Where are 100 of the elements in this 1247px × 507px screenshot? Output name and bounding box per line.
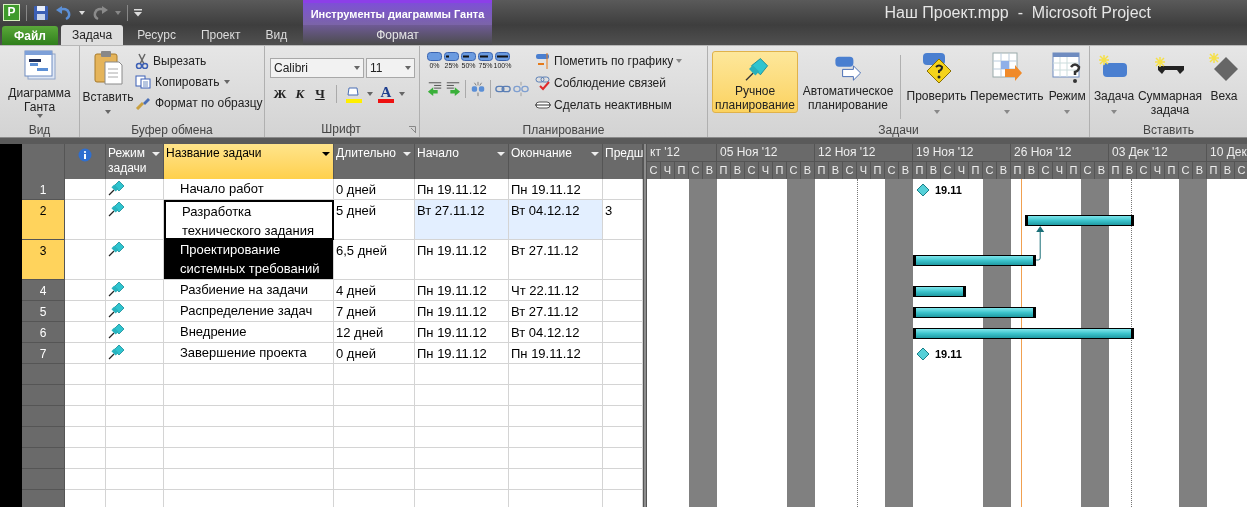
timescale-day: Ч [1151,162,1165,179]
caret-icon [36,114,43,118]
redo-icon[interactable] [91,4,109,21]
row-number[interactable]: 4 [22,280,65,301]
respect-links-button[interactable]: Соблюдение связей [535,74,683,92]
table-cell [603,364,643,385]
paste-button[interactable]: Вставить [83,50,133,121]
caret-icon [1064,110,1071,114]
table-cell: Вт 27.11.12 [415,200,509,240]
column-header[interactable]: Название задачи [164,144,334,179]
inspect-button[interactable]: Проверить [905,51,969,121]
font-color-button[interactable]: A [377,84,395,103]
timescale-day: П [1207,162,1221,179]
dependency-arrow [1035,226,1045,261]
task-name-cell[interactable]: Разработка технического задания [164,200,334,240]
insert-task-button[interactable]: Задача [1094,51,1134,121]
table-cell: 7 дней [334,301,415,322]
auto-scheduling-button[interactable]: Автоматическое планирование [800,51,896,113]
table-cell [106,406,164,427]
pushpin-icon [108,180,125,196]
task-name-cell[interactable]: Начало работ [164,179,334,200]
manual-scheduling-button[interactable]: Ручное планирование [712,51,798,113]
table-cell [65,385,106,406]
timescale-day: В [801,162,815,179]
ribbon-tab[interactable]: Ресурс [126,25,187,45]
row-number[interactable]: 2 [22,200,65,240]
dialog-launcher-icon[interactable] [409,125,416,133]
table-cell [106,385,164,406]
paintbrush-icon [135,96,151,110]
task-bar [913,285,967,297]
insert-milestone-button[interactable]: Веха [1206,51,1242,121]
table-cell [603,179,643,200]
gantt-chart-icon [23,50,56,80]
table-cell: Вт 04.12.12 [509,200,603,240]
font-size-field[interactable]: 11 [366,58,415,78]
timescale-day: С [1179,162,1193,179]
timescale-day: С [689,162,703,179]
timescale-week: 12 Ноя '12 [815,144,913,161]
caret-icon[interactable] [322,152,330,156]
table-cell [603,322,643,343]
timescale-day: С [1081,162,1095,179]
font-name-field[interactable]: Calibri [270,58,364,78]
fill-color-icon[interactable] [345,84,363,103]
milestone-date-label: 19.11 [935,183,962,196]
task-name-cell[interactable]: Разбиение на задачи [164,280,334,301]
table-cell: Пн 19.11.12 [509,179,603,200]
row-number[interactable]: 3 [22,240,65,280]
row-number[interactable]: 5 [22,301,65,322]
table-cell [106,448,164,469]
table-cell [603,343,643,364]
ribbon-tab[interactable]: Формат [303,25,492,45]
customize-toolbar-icon[interactable] [134,8,142,17]
task-name-cell[interactable]: Внедрение [164,322,334,343]
scissors-icon [135,53,149,69]
outdent-icon[interactable] [427,80,443,98]
mark-on-track-button[interactable]: Пометить по графику [535,52,683,70]
table-cell [65,364,106,385]
save-icon[interactable] [33,4,49,21]
underline-button[interactable]: Ч [312,84,328,104]
mode-button[interactable]: Режим [1045,51,1089,121]
row-number[interactable]: 1 [22,179,65,200]
table-cell [65,448,106,469]
timescale-day: П [717,162,731,179]
move-button[interactable]: Переместить [970,51,1044,121]
unlink-icon[interactable] [513,80,529,98]
table-cell [603,427,643,448]
group-label: Планирование [521,122,606,137]
ribbon-tab[interactable]: Вид [254,25,299,45]
table-cell: Пн 19.11.12 [415,301,509,322]
bold-button[interactable]: Ж [272,84,288,104]
inactivate-button[interactable]: Сделать неактивным [535,96,683,114]
table-cell: 0 дней [334,179,415,200]
row-number[interactable]: 6 [22,322,65,343]
milestone-diamond [917,347,929,360]
table-cell [65,406,106,427]
progress-bar-icon [444,52,459,61]
timescale-day: С [787,162,801,179]
copy-icon [135,75,151,89]
italic-button[interactable]: К [292,84,308,104]
pane-splitter[interactable] [643,144,647,507]
ribbon-tab[interactable]: Проект [189,25,252,45]
task-name-cell[interactable]: Завершение проекта [164,343,334,364]
task-name-cell[interactable]: Проектирование системных требований [164,240,334,280]
row-number[interactable]: 7 [22,343,65,364]
group-label: Шрифт [321,121,361,138]
caret-icon [354,66,360,70]
ribbon-tab[interactable]: Задача [60,25,124,45]
undo-icon[interactable] [55,4,73,21]
cut-button[interactable]: Вырезать [135,52,263,70]
timescale-day: С [1137,162,1151,179]
insert-summary-button[interactable]: Суммарная задача [1138,51,1202,121]
indent-icon[interactable] [445,80,461,98]
format-painter-button[interactable]: Формат по образцу [135,94,263,112]
copy-button[interactable]: Копировать [135,73,263,91]
split-task-icon[interactable] [470,80,486,98]
caret-icon[interactable] [79,10,85,15]
gantt-chart-button[interactable]: Диаграмма Ганта [1,50,78,121]
table-cell: 3 [603,200,643,240]
file-tab[interactable]: Файл [2,26,58,45]
task-name-cell[interactable]: Распределение задач [164,301,334,322]
